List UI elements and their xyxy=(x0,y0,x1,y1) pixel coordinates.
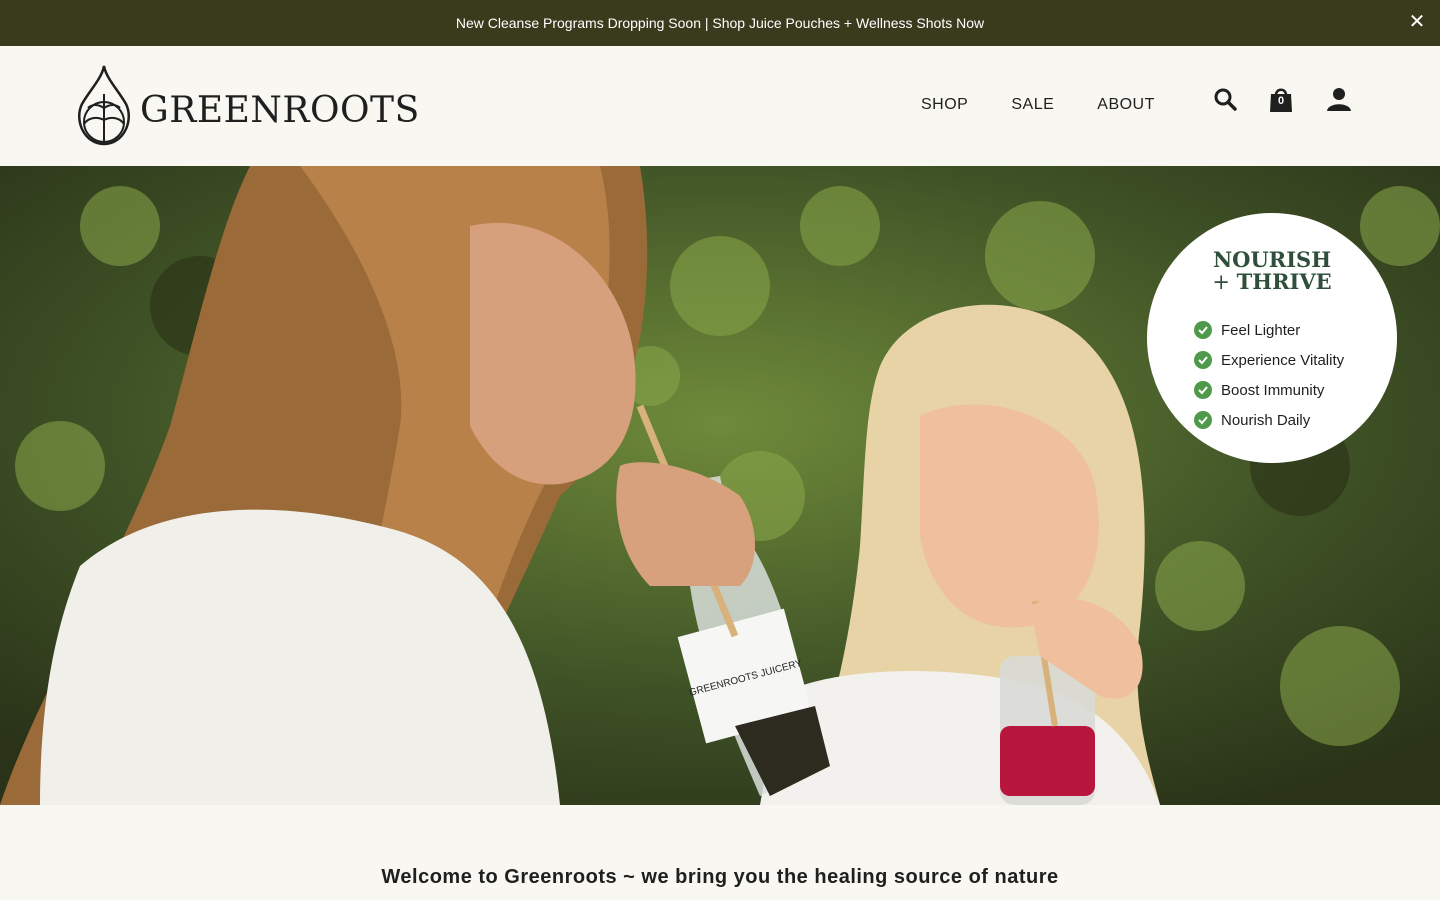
check-icon xyxy=(1194,351,1212,369)
close-icon[interactable]: ✕ xyxy=(1406,11,1428,33)
account-icon xyxy=(1327,88,1351,111)
search-button[interactable] xyxy=(1212,86,1238,112)
check-icon xyxy=(1194,381,1212,399)
nav-sale[interactable]: SALE xyxy=(1011,96,1054,114)
search-icon xyxy=(1214,88,1237,111)
benefit-label: Feel Lighter xyxy=(1221,321,1301,339)
main-nav: SHOP SALE ABOUT xyxy=(921,96,1198,114)
logo[interactable]: GREENROOTS xyxy=(76,64,420,146)
badge-title-line2-wrap: + THRIVE xyxy=(1147,269,1397,294)
nav-about[interactable]: ABOUT xyxy=(1097,96,1155,114)
announcement-bar: New Cleanse Programs Dropping Soon | Sho… xyxy=(0,0,1440,46)
cart-count: 0 xyxy=(1277,95,1285,107)
announcement-text[interactable]: New Cleanse Programs Dropping Soon | Sho… xyxy=(456,15,984,31)
list-item: Experience Vitality xyxy=(1194,345,1344,375)
logo-text: GREENROOTS xyxy=(140,89,420,131)
list-item: Boost Immunity xyxy=(1194,375,1344,405)
header-icons: 0 xyxy=(1212,86,1352,112)
cart-button[interactable]: 0 xyxy=(1268,86,1294,112)
site-header: GREENROOTS SHOP SALE ABOUT 0 xyxy=(0,46,1440,166)
badge-title-line1: NOURISH xyxy=(1212,247,1332,272)
benefit-label: Experience Vitality xyxy=(1221,351,1345,369)
list-item: Nourish Daily xyxy=(1194,405,1344,435)
nav-shop[interactable]: SHOP xyxy=(921,96,968,114)
badge-title-plus: + xyxy=(1212,270,1237,294)
badge-title-line2: THRIVE xyxy=(1236,269,1332,294)
check-icon xyxy=(1194,321,1212,339)
list-item: Feel Lighter xyxy=(1194,315,1344,345)
badge-title: NOURISH + THRIVE xyxy=(1147,247,1397,294)
benefits-list: Feel Lighter Experience Vitality Boost I… xyxy=(1194,315,1344,435)
welcome-heading: Welcome to Greenroots ~ we bring you the… xyxy=(381,866,1059,888)
benefits-badge: NOURISH + THRIVE Feel Lighter Experience… xyxy=(1147,213,1397,463)
benefit-label: Nourish Daily xyxy=(1221,411,1311,429)
check-icon xyxy=(1194,411,1212,429)
hero-banner: GREENROOTS JUICERY NOURISH + THRIVE Feel… xyxy=(0,166,1440,805)
leaf-logo-icon xyxy=(78,65,130,146)
benefit-label: Boost Immunity xyxy=(1221,381,1325,399)
account-button[interactable] xyxy=(1326,86,1352,112)
